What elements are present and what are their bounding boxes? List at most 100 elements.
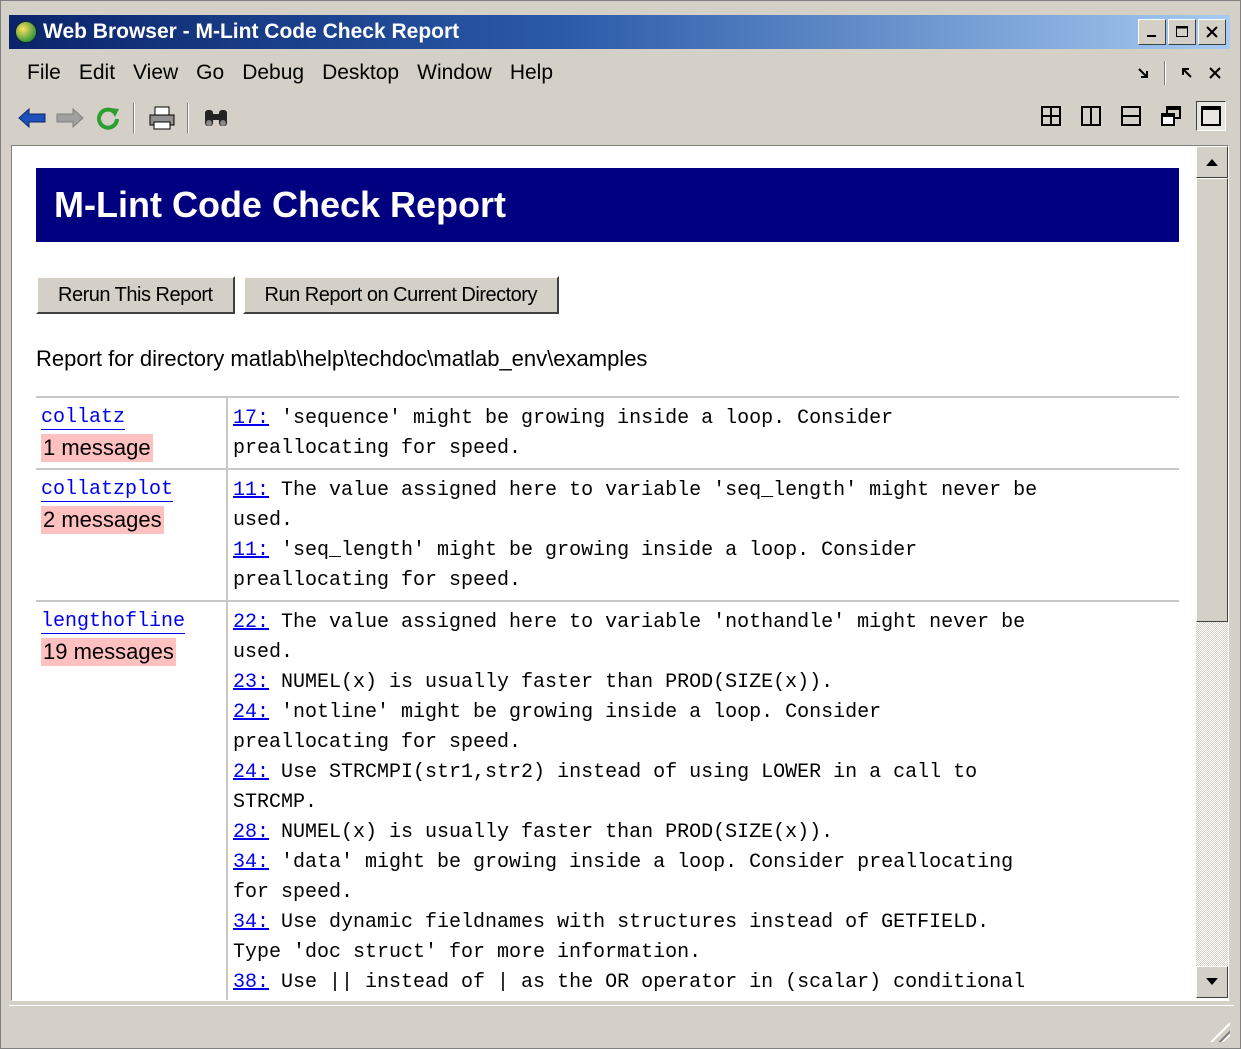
tile-grid-button[interactable] xyxy=(1036,101,1066,131)
message-item: 34: 'data' might be growing inside a loo… xyxy=(233,848,1174,908)
forward-button[interactable] xyxy=(55,103,85,133)
message-text: 'data' might be growing inside a loop. C… xyxy=(233,851,1014,904)
line-number-link[interactable]: 23: xyxy=(233,671,269,694)
line-number-link[interactable]: 11: xyxy=(233,539,269,562)
title-bar[interactable]: Web Browser - M-Lint Code Check Report xyxy=(9,15,1230,49)
rerun-report-button[interactable]: Rerun This Report xyxy=(36,276,235,314)
find-button[interactable] xyxy=(201,103,231,133)
report-table: collatz 1 message 17: 'sequence' might b… xyxy=(36,396,1179,1000)
menu-debug[interactable]: Debug xyxy=(242,61,304,85)
report-buttons: Rerun This Report Run Report on Current … xyxy=(36,276,1179,314)
message-text: 'notline' might be growing inside a loop… xyxy=(233,701,882,754)
maximize-icon xyxy=(1201,106,1221,126)
message-text: NUMEL(x) is usually faster than PROD(SIZ… xyxy=(269,821,834,844)
print-icon xyxy=(149,106,175,130)
table-row: collatzplot 2 messages 11: The value ass… xyxy=(36,468,1179,601)
resize-grip-icon[interactable] xyxy=(1210,1022,1230,1042)
message-text: Use STRCMPI(str1,str2) instead of using … xyxy=(233,761,978,814)
dock-icon[interactable] xyxy=(1136,66,1150,80)
messages-cell: 22: The value assigned here to variable … xyxy=(227,600,1179,1000)
line-number-link[interactable]: 24: xyxy=(233,701,269,724)
forward-arrow-icon xyxy=(56,107,84,129)
close-pane-icon[interactable] xyxy=(1208,66,1222,80)
toolbar xyxy=(9,95,1230,141)
menu-help[interactable]: Help xyxy=(510,61,553,85)
line-number-link[interactable]: 11: xyxy=(233,479,269,502)
message-count-badge: 19 messages xyxy=(41,638,176,666)
layout-buttons xyxy=(1036,101,1226,131)
window-title: Web Browser - M-Lint Code Check Report xyxy=(43,20,460,43)
report-heading: M-Lint Code Check Report xyxy=(36,168,1179,242)
file-cell: collatz 1 message xyxy=(36,396,228,469)
line-number-link[interactable]: 34: xyxy=(233,851,269,874)
messages-cell: 17: 'sequence' might be growing inside a… xyxy=(227,396,1179,469)
maximize-layout-button[interactable] xyxy=(1196,101,1226,131)
scrollbar-thumb[interactable] xyxy=(1196,178,1228,622)
minimize-button[interactable] xyxy=(1138,19,1166,45)
menu-window[interactable]: Window xyxy=(417,61,492,85)
maximize-button[interactable] xyxy=(1168,19,1196,45)
browser-window: Web Browser - M-Lint Code Check Report F… xyxy=(0,0,1241,1049)
print-button[interactable] xyxy=(147,103,177,133)
message-text: NUMEL(x) is usually faster than PROD(SIZ… xyxy=(269,671,834,694)
scroll-up-button[interactable] xyxy=(1196,146,1228,178)
message-text: Use || instead of | as the OR operator i… xyxy=(269,971,1026,994)
scroll-up-icon xyxy=(1206,159,1218,166)
message-text: The value assigned here to variable 'seq… xyxy=(233,479,1038,532)
menu-file[interactable]: File xyxy=(27,61,61,85)
menu-go[interactable]: Go xyxy=(196,61,224,85)
line-number-link[interactable]: 24: xyxy=(233,761,269,784)
scroll-down-button[interactable] xyxy=(1196,966,1228,998)
maximize-icon xyxy=(1176,26,1188,37)
tile-columns-icon xyxy=(1081,106,1101,126)
line-number-link[interactable]: 34: xyxy=(233,911,269,934)
menu-view[interactable]: View xyxy=(133,61,178,85)
scroll-down-icon xyxy=(1206,978,1218,985)
tile-rows-button[interactable] xyxy=(1116,101,1146,131)
line-number-link[interactable]: 28: xyxy=(233,821,269,844)
message-item: 34: Use dynamic fieldnames with structur… xyxy=(233,908,1174,968)
undock-icon[interactable] xyxy=(1180,66,1194,80)
message-text: Use dynamic fieldnames with structures i… xyxy=(233,911,990,964)
message-item: 22: The value assigned here to variable … xyxy=(233,608,1174,668)
close-button[interactable] xyxy=(1198,19,1226,45)
float-icon xyxy=(1161,106,1181,126)
toolbar-separator xyxy=(187,103,189,133)
line-number-link[interactable]: 17: xyxy=(233,407,269,430)
back-button[interactable] xyxy=(17,103,47,133)
float-button[interactable] xyxy=(1156,101,1186,131)
matlab-app-icon xyxy=(15,21,37,43)
line-number-link[interactable]: 22: xyxy=(233,611,269,634)
message-item: 28: NUMEL(x) is usually faster than PROD… xyxy=(233,818,1174,848)
file-link[interactable]: collatzplot xyxy=(41,478,174,502)
tile-grid-icon xyxy=(1041,106,1061,126)
line-number-link[interactable]: 38: xyxy=(233,971,269,994)
message-item: 11: 'seq_length' might be growing inside… xyxy=(233,536,1174,596)
report-content: M-Lint Code Check Report Rerun This Repo… xyxy=(36,146,1179,1000)
menu-separator xyxy=(1164,61,1166,85)
refresh-button[interactable] xyxy=(93,103,123,133)
menu-bar: File Edit View Go Debug Desktop Window H… xyxy=(9,55,1230,91)
message-item: 24: 'notline' might be growing inside a … xyxy=(233,698,1174,758)
tile-columns-button[interactable] xyxy=(1076,101,1106,131)
file-cell: collatzplot 2 messages xyxy=(36,468,228,601)
message-text: 'sequence' might be growing inside a loo… xyxy=(233,407,894,460)
file-link[interactable]: lengthofline xyxy=(41,610,186,634)
menu-edit[interactable]: Edit xyxy=(79,61,115,85)
message-item: 17: 'sequence' might be growing inside a… xyxy=(233,404,1174,464)
back-arrow-icon xyxy=(18,107,46,129)
file-cell: lengthofline 19 messages xyxy=(36,600,228,1000)
run-current-directory-button[interactable]: Run Report on Current Directory xyxy=(242,276,559,314)
file-link[interactable]: collatz xyxy=(41,406,126,430)
vertical-scrollbar[interactable] xyxy=(1196,146,1228,998)
report-viewport: M-Lint Code Check Report Rerun This Repo… xyxy=(11,145,1229,1001)
message-count-badge: 1 message xyxy=(41,434,153,462)
binoculars-icon xyxy=(205,110,227,126)
table-row: collatz 1 message 17: 'sequence' might b… xyxy=(36,396,1179,469)
window-controls xyxy=(1138,19,1226,45)
message-text: The value assigned here to variable 'not… xyxy=(233,611,1026,664)
message-item: 38: Use || instead of | as the OR operat… xyxy=(233,968,1174,998)
menu-desktop[interactable]: Desktop xyxy=(322,61,399,85)
status-bar xyxy=(9,1005,1234,1046)
close-icon xyxy=(1206,26,1218,38)
